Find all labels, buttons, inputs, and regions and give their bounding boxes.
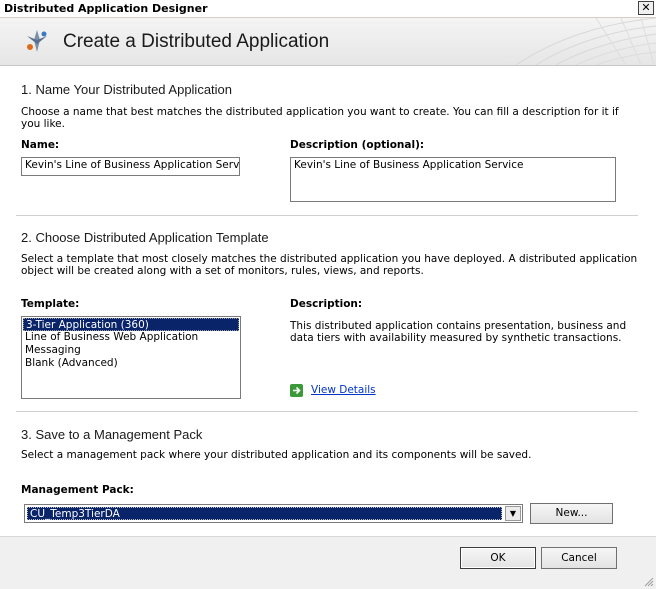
management-pack-label: Management Pack:: [21, 484, 134, 496]
title-bar: Distributed Application Designer ✕: [0, 0, 656, 18]
template-list[interactable]: 3-Tier Application (360) Line of Busines…: [21, 316, 241, 399]
section3-description: Select a management pack where your dist…: [21, 449, 532, 461]
description-optional-label: Description (optional):: [290, 139, 425, 151]
name-value: Kevin's Line of Business Application Ser…: [25, 159, 240, 171]
header-banner: Create a Distributed Application: [0, 18, 656, 66]
ok-button[interactable]: OK: [460, 547, 536, 569]
new-button[interactable]: New...: [530, 503, 613, 524]
close-button[interactable]: ✕: [638, 1, 654, 15]
divider: [16, 411, 638, 412]
management-pack-value: CU_Temp3TierDA: [27, 507, 502, 520]
dropdown-button[interactable]: ▼: [505, 506, 521, 521]
window-title: Distributed Application Designer: [4, 2, 208, 15]
list-item[interactable]: 3-Tier Application (360): [23, 318, 239, 331]
section2-description-line2: object will be created along with a set …: [21, 265, 424, 277]
section2-description-line1: Select a template that most closely matc…: [21, 253, 638, 265]
description-value: Kevin's Line of Business Application Ser…: [294, 159, 524, 171]
list-item[interactable]: Messaging: [23, 344, 239, 357]
template-label: Template:: [21, 298, 80, 310]
section2-title: 2. Choose Distributed Application Templa…: [21, 230, 269, 245]
template-description-label: Description:: [290, 298, 363, 310]
cancel-button[interactable]: Cancel: [541, 547, 617, 569]
dialog-window: Distributed Application Designer ✕ Creat…: [0, 0, 656, 589]
arrow-right-icon[interactable]: [290, 384, 303, 397]
resize-grip-icon[interactable]: [642, 575, 654, 587]
section3-title: 3. Save to a Management Pack: [21, 427, 203, 442]
template-description-line2: data tiers with availability measured by…: [290, 332, 622, 344]
header-decoration: [515, 18, 656, 65]
description-field[interactable]: Kevin's Line of Business Application Ser…: [290, 157, 616, 202]
section1-title: 1. Name Your Distributed Application: [21, 82, 233, 97]
page-title: Create a Distributed Application: [63, 31, 330, 52]
name-label: Name:: [21, 139, 60, 151]
section1-description-line2: you like.: [21, 118, 65, 130]
list-item[interactable]: Blank (Advanced): [23, 357, 239, 370]
divider: [16, 215, 638, 216]
footer-bar: OK Cancel: [0, 536, 656, 589]
management-pack-select[interactable]: CU_Temp3TierDA ▼: [24, 504, 523, 523]
list-item[interactable]: Line of Business Web Application: [23, 331, 239, 344]
name-field[interactable]: Kevin's Line of Business Application Ser…: [21, 157, 240, 176]
chevron-down-icon: ▼: [509, 509, 517, 518]
view-details-link[interactable]: View Details: [311, 384, 376, 396]
distributed-app-icon: [27, 30, 47, 52]
template-description-line1: This distributed application contains pr…: [290, 320, 627, 332]
section1-description-line1: Choose a name that best matches the dist…: [21, 106, 619, 118]
close-icon: ✕: [641, 1, 651, 14]
